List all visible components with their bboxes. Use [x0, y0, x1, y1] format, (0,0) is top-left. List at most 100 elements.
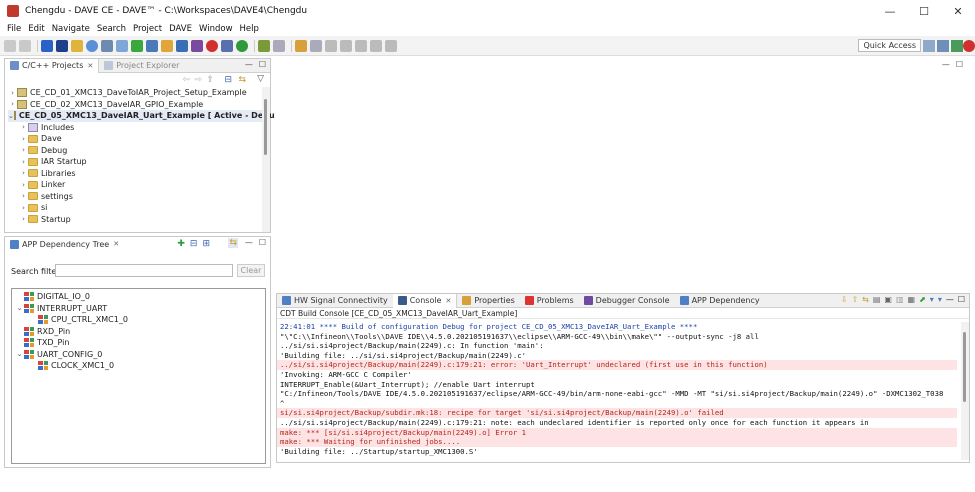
minimize-icon[interactable]: —: [245, 238, 253, 247]
bag-icon[interactable]: [101, 39, 113, 52]
menu-search[interactable]: Search: [97, 24, 126, 34]
generate-icon[interactable]: [161, 39, 173, 52]
tab-debugger-console[interactable]: Debugger Console: [579, 294, 675, 308]
save-icon[interactable]: [19, 39, 31, 52]
chart-icon[interactable]: [56, 39, 68, 52]
console-menu-icon[interactable]: ▾: [938, 295, 942, 304]
menu-help[interactable]: Help: [240, 24, 259, 34]
up-nav-icon[interactable]: ⇧: [206, 75, 214, 85]
menu-navigate[interactable]: Navigate: [52, 24, 90, 34]
display-icon[interactable]: ▦: [908, 295, 916, 304]
menu-dave[interactable]: DAVE: [169, 24, 192, 34]
console-scrollbar[interactable]: [961, 322, 969, 460]
dependency-tree-item[interactable]: RXD_Pin: [15, 326, 265, 338]
annotation-icon[interactable]: [325, 39, 337, 52]
console-scroll-thumb[interactable]: [963, 332, 966, 402]
chevron-right-icon[interactable]: ›: [8, 100, 17, 108]
close-icon[interactable]: ✕: [445, 297, 451, 305]
project-tree-item[interactable]: › Startup: [8, 214, 270, 226]
maximize-icon[interactable]: ☐: [956, 60, 963, 69]
chevron-right-icon[interactable]: ›: [8, 89, 17, 97]
project-tree-item[interactable]: › Libraries: [8, 168, 270, 180]
close-button[interactable]: ✕: [941, 0, 975, 22]
close-icon[interactable]: ✕: [113, 240, 119, 248]
chevron-right-icon[interactable]: ›: [19, 215, 28, 223]
project-tree-item[interactable]: › Debug: [8, 145, 270, 157]
forward-nav-icon[interactable]: ⇨: [194, 75, 202, 85]
view-menu-icon[interactable]: ▽: [257, 74, 264, 84]
project-tree-item[interactable]: › CE_CD_01_XMC13_DaveToIAR_Project_Setup_…: [8, 87, 270, 99]
minimize-icon[interactable]: —: [245, 60, 253, 69]
tab-app-dependency[interactable]: APP Dependency: [675, 294, 765, 308]
library-icon[interactable]: [116, 39, 128, 52]
minimize-icon[interactable]: —: [946, 295, 954, 304]
copy-icon[interactable]: ▣: [884, 295, 892, 304]
run-icon[interactable]: [236, 39, 248, 52]
maximize-button[interactable]: ☐: [907, 0, 941, 22]
project-tree-item[interactable]: › Linker: [8, 179, 270, 191]
chevron-right-icon[interactable]: ›: [19, 192, 28, 200]
clear-button[interactable]: Clear: [237, 264, 265, 277]
debug-dropdown-icon[interactable]: [273, 39, 285, 52]
chevron-down-icon[interactable]: ⌄: [15, 304, 24, 312]
tab-app-dependency-tree[interactable]: APP Dependency Tree ✕: [5, 237, 125, 251]
debug-perspective-icon[interactable]: [951, 40, 963, 52]
chevron-right-icon[interactable]: ›: [19, 181, 28, 189]
forward-icon[interactable]: [385, 39, 397, 52]
new-console-icon[interactable]: ⬈: [919, 295, 926, 304]
menu-edit[interactable]: Edit: [28, 24, 44, 34]
maximize-icon[interactable]: ☐: [259, 60, 266, 69]
menu-window[interactable]: Window: [199, 24, 233, 34]
chevron-down-icon[interactable]: ⌄: [15, 350, 24, 358]
menu-file[interactable]: File: [7, 24, 21, 34]
dependency-tree-item[interactable]: DIGITAL_IO_0: [15, 291, 265, 303]
alert-icon[interactable]: [206, 39, 218, 52]
flash-icon[interactable]: [176, 39, 188, 52]
link-icon[interactable]: ⇆: [228, 238, 238, 248]
chevron-right-icon[interactable]: ›: [19, 123, 28, 131]
tab-properties[interactable]: Properties: [457, 294, 519, 308]
projects-scroll-thumb[interactable]: [264, 99, 267, 155]
dependency-tree-item[interactable]: CLOCK_XMC1_0: [15, 360, 265, 372]
expand-icon[interactable]: ⊞: [202, 239, 210, 249]
search-filter-input[interactable]: [55, 264, 233, 277]
chevron-right-icon[interactable]: ›: [19, 135, 28, 143]
tab-console[interactable]: Console ✕: [392, 293, 458, 308]
add-app-icon[interactable]: [131, 39, 143, 52]
project-tree-item[interactable]: › settings: [8, 191, 270, 203]
project-tree-item[interactable]: › si: [8, 202, 270, 214]
dependency-tree-item[interactable]: CPU_CTRL_XMC1_0: [15, 314, 265, 326]
close-icon[interactable]: ✕: [87, 62, 93, 70]
link-editor-icon[interactable]: ⇆: [238, 75, 246, 85]
settings-icon[interactable]: [221, 39, 233, 52]
chevron-right-icon[interactable]: ›: [19, 204, 28, 212]
pin-icon[interactable]: ⇧: [851, 295, 858, 304]
eye-icon[interactable]: [86, 39, 98, 52]
project-tree-item[interactable]: › IAR Startup: [8, 156, 270, 168]
project-tree-item[interactable]: ⌄ CE_CD_05_XMC13_DaveIAR_Uart_Example [ A…: [8, 110, 287, 122]
last-edit-icon[interactable]: [355, 39, 367, 52]
build-icon[interactable]: [146, 39, 158, 52]
add-icon[interactable]: ✚: [177, 239, 185, 249]
open-console-icon[interactable]: ▾: [930, 295, 934, 304]
tab-problems[interactable]: Problems: [520, 294, 579, 308]
word-wrap-icon[interactable]: ⇆: [862, 295, 869, 304]
quick-access-field[interactable]: Quick Access: [858, 39, 921, 52]
clear-console-icon[interactable]: ▤: [873, 295, 881, 304]
open-perspective-icon[interactable]: [923, 40, 935, 52]
wand-icon[interactable]: [71, 39, 83, 52]
tab-cc-projects[interactable]: C/C++ Projects ✕: [5, 58, 100, 73]
dependency-tree-item[interactable]: ⌄ UART_CONFIG_0: [15, 349, 265, 361]
chevron-right-icon[interactable]: ›: [19, 146, 28, 154]
new-icon[interactable]: [4, 39, 16, 52]
scroll-lock-icon[interactable]: ⇩: [841, 295, 848, 304]
minimize-button[interactable]: —: [873, 0, 907, 22]
debug-icon[interactable]: [258, 39, 270, 52]
project-tree-item[interactable]: › Includes: [8, 122, 270, 134]
back-icon[interactable]: [370, 39, 382, 52]
terminal-icon[interactable]: [191, 39, 203, 52]
tab-project-explorer[interactable]: Project Explorer: [99, 59, 184, 73]
console-output[interactable]: 22:41:01 **** Build of configuration Deb…: [277, 322, 957, 456]
annotation-next-icon[interactable]: [340, 39, 352, 52]
collapse-icon[interactable]: ⊟: [190, 239, 198, 249]
